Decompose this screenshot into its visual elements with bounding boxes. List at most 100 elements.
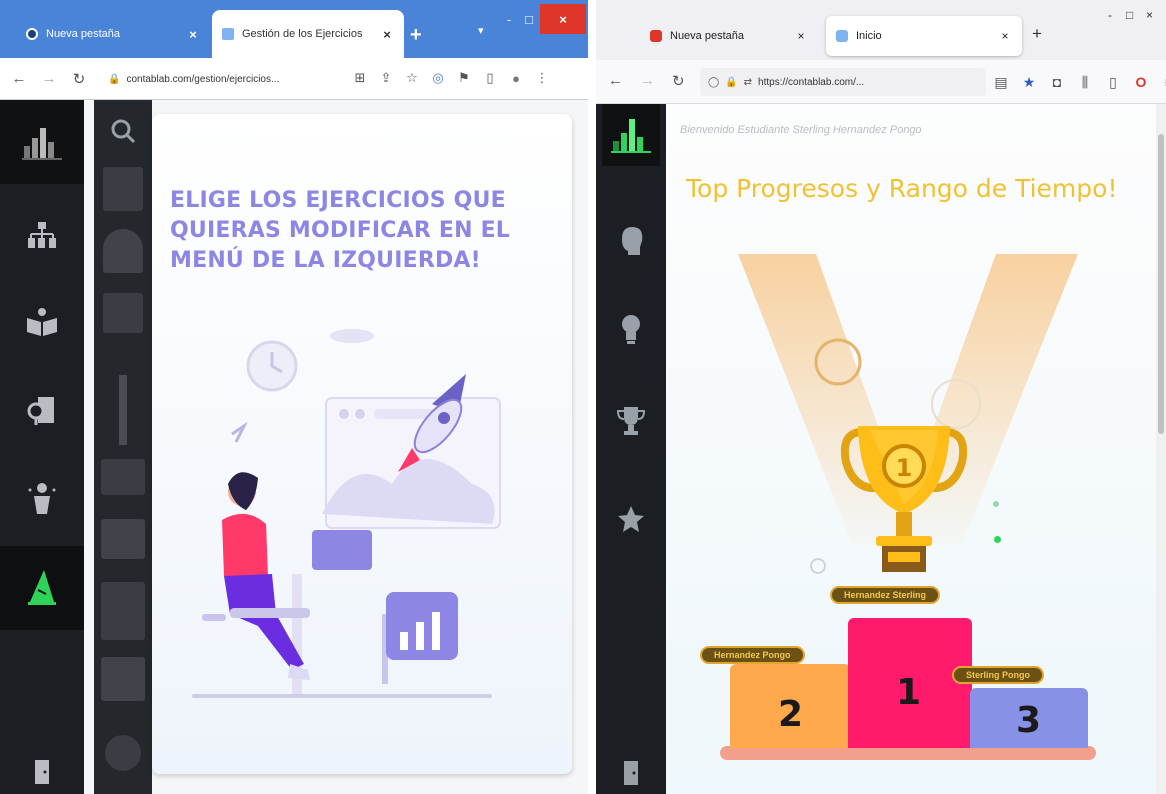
library-icon[interactable]: ⫼	[1076, 70, 1094, 94]
tab-title: Gestión de los Ejercicios	[242, 28, 363, 40]
exercise-thumbnail-icon[interactable]	[98, 512, 148, 566]
podium-first-name: Hernandez Sterling	[830, 586, 941, 604]
primary-sidebar	[596, 104, 666, 794]
maximize-button[interactable]: □	[520, 4, 538, 34]
trophy-graphic: 1	[841, 426, 967, 572]
tab-title: Nueva pestaña	[670, 30, 744, 42]
search-icon[interactable]	[98, 104, 148, 158]
instructions-card: ELIGE LOS EJERCICIOS QUE QUIERAS MODIFIC…	[152, 114, 572, 774]
close-tab-icon[interactable]: ×	[186, 27, 200, 42]
trophy-icon[interactable]	[596, 386, 666, 456]
trophy-rank-label: 1	[896, 454, 913, 482]
exercise-thumbnail-icon[interactable]	[98, 578, 148, 644]
door-icon[interactable]	[0, 746, 84, 794]
kebab-menu-icon[interactable]: ⋮	[532, 66, 552, 90]
close-tab-icon[interactable]: ×	[998, 29, 1012, 43]
browser-toolbar: ← → ↻ 🔒 contablab.com/gestion/ejercicios…	[0, 58, 588, 100]
new-tab-button[interactable]: +	[410, 24, 422, 47]
back-arrow-icon[interactable]: ←	[608, 72, 623, 89]
pocket-icon[interactable]: ◘	[1048, 70, 1066, 94]
wizard-hat-icon[interactable]	[0, 546, 84, 630]
close-tab-icon[interactable]: ×	[794, 29, 808, 43]
reload-icon[interactable]: ↻	[672, 72, 685, 90]
browser-toolbar: ← → ↻ ◯ 🔒 ⇄ https://contablab.com/... ▤ …	[596, 60, 1166, 104]
bookmark-star-icon[interactable]: ☆	[402, 66, 422, 90]
location-file-icon[interactable]	[0, 368, 84, 452]
sidebar-icon[interactable]: ▯	[1104, 70, 1122, 94]
tab-new-tab[interactable]: Nueva pestaña ×	[640, 16, 818, 56]
ranking-title: Top Progresos y Rango de Tiempo!	[686, 174, 1118, 203]
podium-second-number: 2	[778, 694, 804, 735]
page-favicon-icon	[650, 30, 662, 42]
app-logo-icon[interactable]	[0, 100, 84, 184]
person-icon[interactable]	[0, 456, 84, 540]
exercise-sidebar	[94, 100, 152, 794]
shield-icon: ◯	[708, 76, 720, 88]
extension-globe-icon[interactable]: ◎	[428, 66, 448, 90]
exercise-thumbnail-icon[interactable]	[98, 224, 148, 278]
maximize-button[interactable]: □	[1126, 8, 1133, 22]
head-profile-icon[interactable]	[596, 206, 666, 276]
scrollbar-thumb[interactable]	[1158, 134, 1164, 434]
extensions-bar: ▤ ★ ◘ ⫼ ▯ O ≡	[992, 70, 1166, 94]
forward-arrow-icon[interactable]: →	[38, 68, 60, 90]
extensions-bar: ⊞ ⇪ ☆ ◎ ⚑ ▯ ● ⋮	[350, 66, 552, 90]
chrome-window: Nueva pestaña × Gestión de los Ejercicio…	[0, 0, 588, 794]
firefox-window: Nueva pestaña × Inicio × + - □ × ← → ↻ ◯…	[596, 0, 1166, 794]
close-tab-icon[interactable]: ×	[380, 27, 394, 42]
page-favicon-icon	[222, 28, 234, 40]
side-panel-icon[interactable]: ▯	[480, 66, 500, 90]
star-icon[interactable]	[596, 484, 666, 554]
minimize-button[interactable]: -	[500, 4, 518, 34]
primary-sidebar	[0, 100, 84, 794]
exercise-thumbnail-icon[interactable]	[98, 450, 148, 504]
address-url: contablab.com/gestion/ejercicios...	[126, 73, 280, 85]
address-bar[interactable]: ◯ 🔒 ⇄ https://contablab.com/...	[700, 68, 986, 96]
tab-inicio[interactable]: Inicio ×	[826, 16, 1022, 56]
page-content: ELIGE LOS EJERCICIOS QUE QUIERAS MODIFIC…	[0, 100, 588, 794]
instructions-headline: ELIGE LOS EJERCICIOS QUE QUIERAS MODIFIC…	[170, 188, 511, 273]
exercise-thumbnail-icon[interactable]	[98, 162, 148, 216]
close-window-button[interactable]: ×	[1146, 8, 1153, 22]
forward-arrow-icon[interactable]: →	[640, 72, 655, 89]
lock-icon: 🔒	[725, 76, 738, 88]
app-logo-icon[interactable]	[602, 104, 660, 166]
vertical-scrollbar[interactable]	[1156, 104, 1166, 794]
podium-third-name: Sterling Pongo	[952, 666, 1044, 684]
exercise-thumbnail-icon[interactable]	[98, 286, 148, 340]
rocket-launch-illustration	[192, 329, 501, 698]
podium-first-number: 1	[896, 672, 922, 713]
close-window-button[interactable]: ×	[540, 4, 586, 34]
exercise-thumbnail-icon[interactable]	[98, 652, 148, 706]
translate-icon[interactable]: ⊞	[350, 66, 370, 90]
welcome-message: Bienvenido Estudiante Sterling Hernandez…	[680, 124, 922, 136]
profile-avatar-icon[interactable]: ●	[506, 66, 526, 90]
share-icon[interactable]: ⇪	[376, 66, 396, 90]
reader-view-icon[interactable]: ▤	[992, 70, 1010, 94]
permissions-icon: ⇄	[743, 76, 753, 88]
book-icon[interactable]	[0, 280, 84, 364]
lock-icon: 🔒	[108, 73, 121, 85]
page-content: Bienvenido Estudiante Sterling Hernandez…	[596, 104, 1166, 794]
tab-strip: Nueva pestaña × Inicio × + - □ ×	[596, 0, 1166, 60]
back-arrow-icon[interactable]: ←	[8, 68, 30, 90]
lightbulb-icon[interactable]	[596, 294, 666, 364]
tab-gestion-ejercicios[interactable]: Gestión de los Ejercicios ×	[212, 10, 404, 58]
org-chart-icon[interactable]	[0, 194, 84, 278]
exercise-thumbnail-icon[interactable]	[98, 726, 148, 780]
hamburger-menu-icon[interactable]: ≡	[1160, 70, 1166, 94]
tab-title: Inicio	[856, 30, 882, 42]
minimize-button[interactable]: -	[1108, 8, 1112, 22]
tab-new-tab[interactable]: Nueva pestaña ×	[16, 10, 210, 58]
tab-search-chevron-icon[interactable]: ▾	[478, 24, 484, 37]
page-favicon-icon	[836, 30, 848, 42]
address-bar[interactable]: 🔒 contablab.com/gestion/ejercicios...	[108, 66, 346, 92]
door-icon[interactable]	[596, 748, 666, 794]
decor-ring	[810, 558, 826, 574]
opera-extension-icon[interactable]: O	[1132, 70, 1150, 94]
reload-icon[interactable]: ↻	[68, 68, 90, 90]
bookmark-star-icon[interactable]: ★	[1020, 70, 1038, 94]
extension-pin-icon[interactable]: ⚑	[454, 66, 474, 90]
exercise-thumbnail-icon[interactable]	[98, 370, 148, 450]
new-tab-button[interactable]: +	[1032, 24, 1042, 44]
